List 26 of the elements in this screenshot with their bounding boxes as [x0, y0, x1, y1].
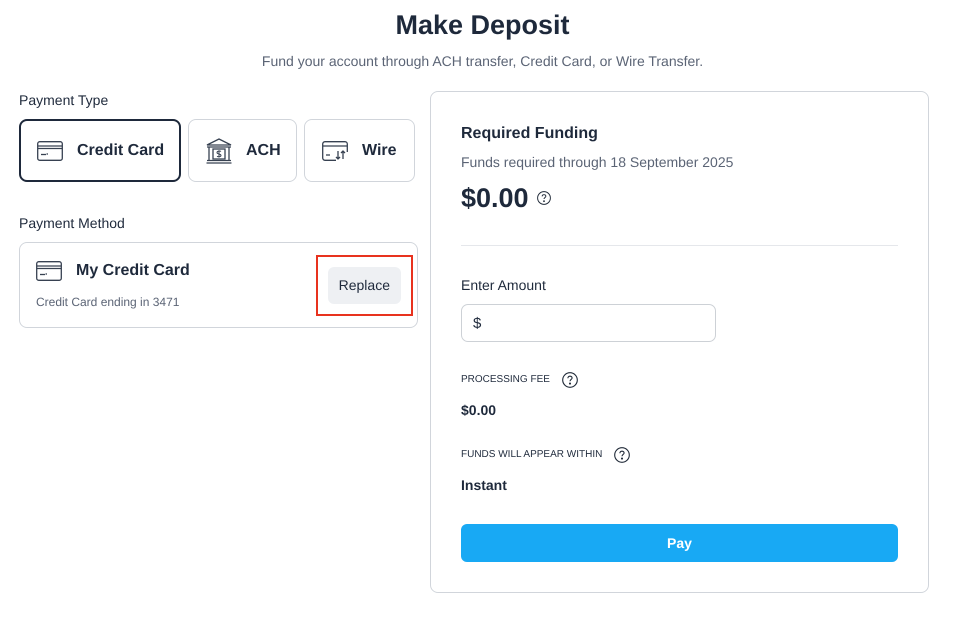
funding-note: Funds required through 18 September 2025 [461, 153, 734, 171]
payment-type-tab[interactable]: Credit Card [19, 119, 181, 182]
timing-value: Instant [461, 476, 508, 494]
bank-icon [206, 138, 232, 164]
page-title: Make Deposit [395, 9, 570, 41]
card-transfer-icon [322, 140, 348, 160]
credit-card-icon [37, 140, 63, 160]
replace-button[interactable]: Replace [328, 266, 401, 304]
field-label: Enter Amount [461, 276, 547, 294]
amount-input[interactable]: $ [461, 304, 716, 342]
panel-title: Required Funding [461, 124, 599, 144]
help-icon[interactable] [536, 191, 551, 205]
fee-value: $0.00 [461, 401, 498, 419]
help-icon[interactable] [562, 372, 578, 388]
fee-label: PROCESSING FEE [461, 373, 550, 387]
card-name: My Credit Card [76, 261, 190, 281]
required-amount: $0.00 [461, 182, 529, 214]
page-subtitle: Fund your account through ACH transfer, Credit Card, or Wire Transfer. [262, 52, 704, 70]
card-detail: Credit Card ending in 3471 [36, 294, 180, 311]
payment-type-tab[interactable]: ACH [188, 119, 297, 182]
credit-card-icon [36, 261, 62, 281]
payment-type-tab[interactable]: Wire [304, 119, 415, 182]
section-label: Payment Type [19, 91, 110, 109]
section-label: Payment Method [19, 214, 126, 232]
timing-label: FUNDS WILL APPEAR WITHIN [461, 448, 602, 462]
help-icon[interactable] [614, 447, 630, 463]
